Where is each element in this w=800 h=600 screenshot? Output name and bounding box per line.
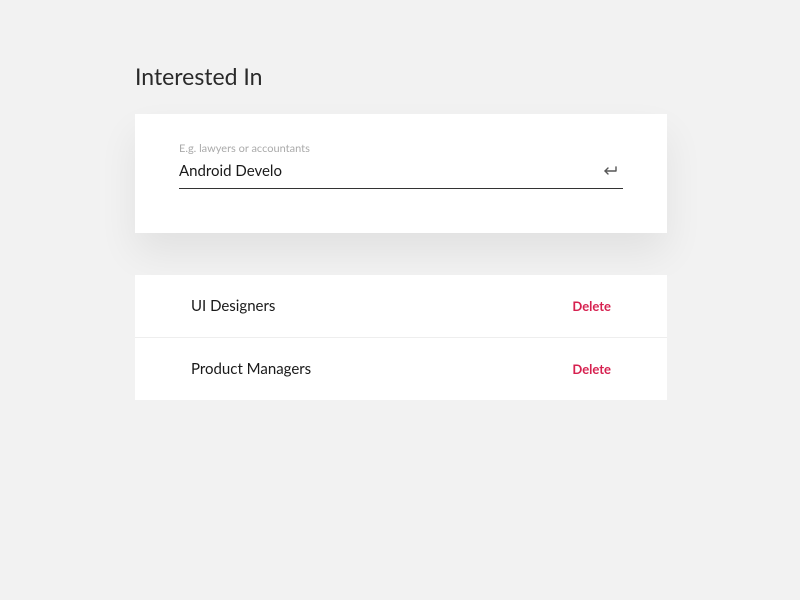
enter-icon[interactable]	[603, 161, 617, 180]
page-title: Interested In	[135, 62, 667, 90]
interest-list: UI Designers Delete Product Managers Del…	[135, 275, 667, 400]
input-helper-label: E.g. lawyers or accountants	[179, 142, 623, 155]
list-item-label: Product Managers	[191, 360, 311, 378]
input-row	[179, 161, 623, 189]
interest-input[interactable]	[179, 162, 603, 180]
delete-button[interactable]: Delete	[572, 361, 611, 377]
list-item: Product Managers Delete	[135, 338, 667, 400]
list-item-label: UI Designers	[191, 297, 275, 315]
input-card: E.g. lawyers or accountants	[135, 114, 667, 233]
list-item: UI Designers Delete	[135, 275, 667, 338]
delete-button[interactable]: Delete	[572, 298, 611, 314]
